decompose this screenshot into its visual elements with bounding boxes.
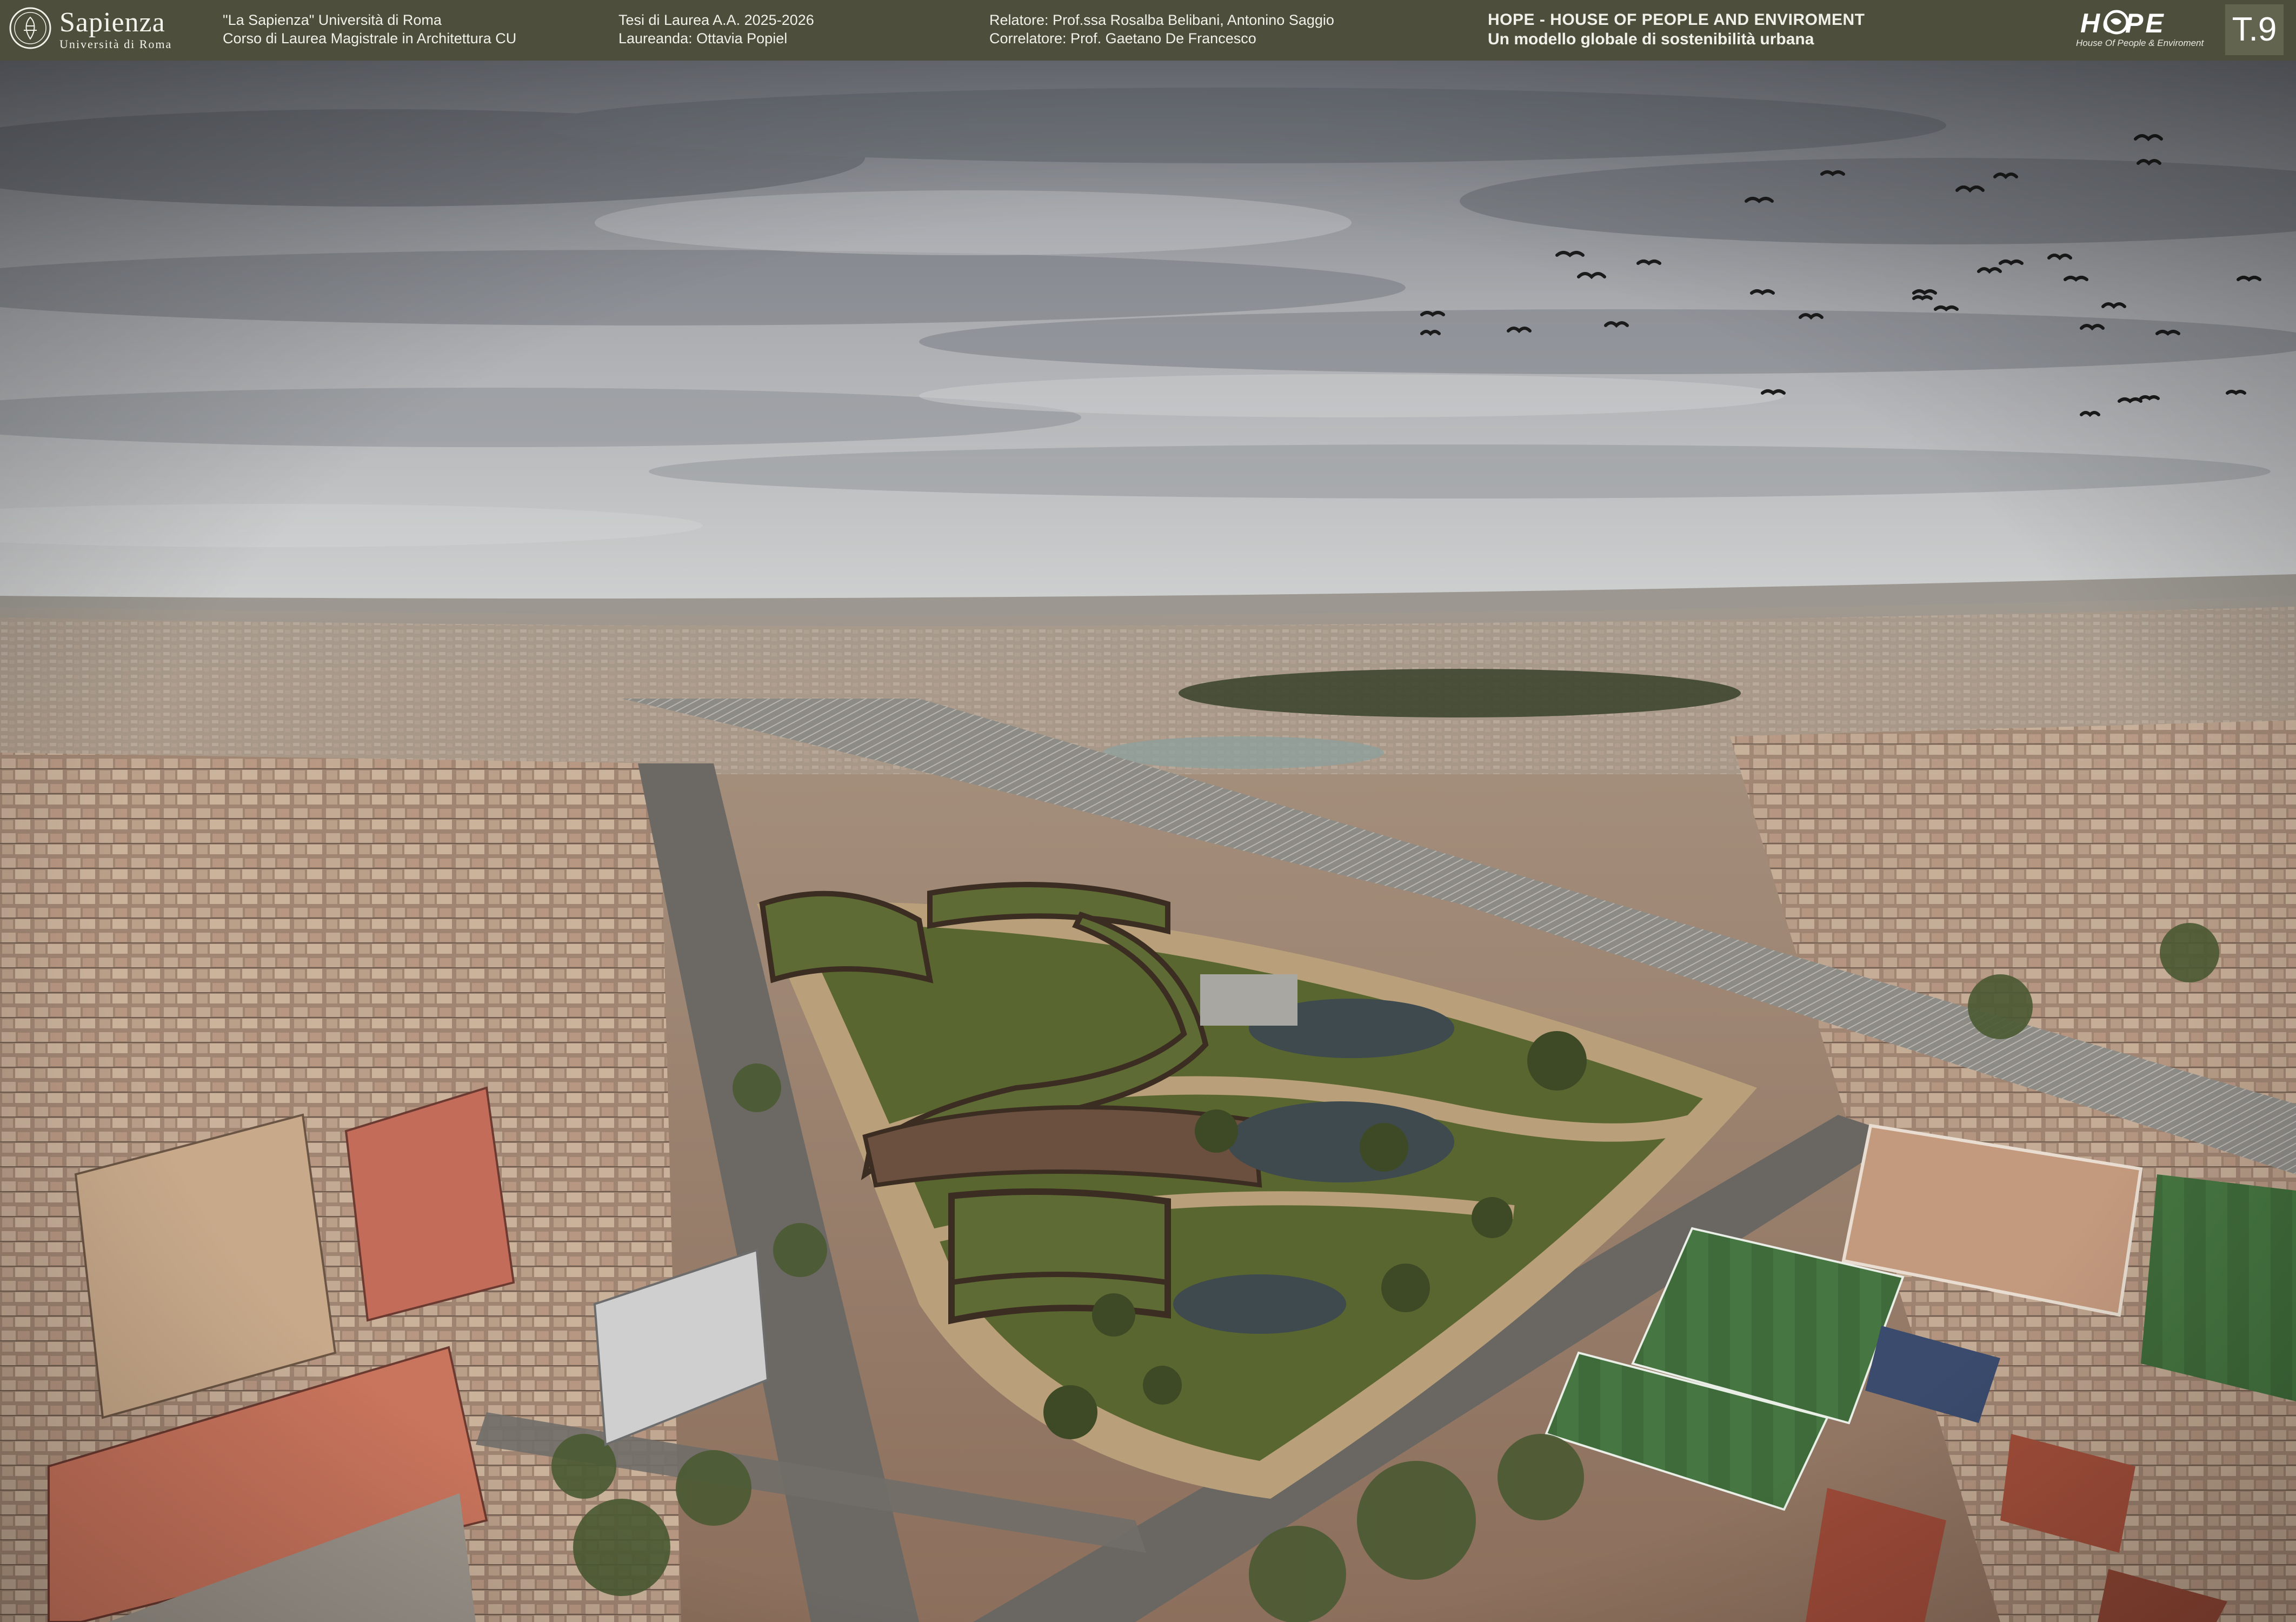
header-bar: Sapienza Università di Roma "La Sapienza… — [0, 0, 2296, 61]
aerial-city-photo — [0, 61, 2296, 1622]
sapienza-seal-icon — [9, 7, 51, 49]
university-title: Sapienza — [59, 7, 165, 38]
course-line-1: "La Sapienza" Università di Roma — [223, 12, 442, 28]
globe-o-icon — [2104, 10, 2129, 35]
course-line-2: Corso di Laurea Magistrale in Architettu… — [223, 30, 517, 46]
hope-logo-tagline: House Of People & Enviroment — [2076, 38, 2204, 48]
thesis-board: Sapienza Università di Roma "La Sapienza… — [0, 0, 2296, 1622]
thesis-year: Tesi di Laurea A.A. 2025-2026 — [618, 12, 814, 28]
university-name: Sapienza Università di Roma — [59, 8, 172, 51]
supervisors: Relatore: Prof.ssa Rosalba Belibani, Ant… — [989, 12, 1334, 28]
student-name: Laureanda: Ottavia Popiel — [618, 30, 788, 46]
university-subtitle: Università di Roma — [59, 37, 172, 51]
sheet-number: T.9 — [2225, 4, 2284, 55]
project-title: HOPE - HOUSE OF PEOPLE AND ENVIROMENT — [1488, 11, 1865, 29]
project-subtitle: Un modello globale di sostenibilità urba… — [1488, 30, 1814, 48]
co-supervisor: Correlatore: Prof. Gaetano De Francesco — [989, 30, 1256, 46]
hope-logo: HOPE House Of People & Enviroment — [2076, 8, 2211, 51]
